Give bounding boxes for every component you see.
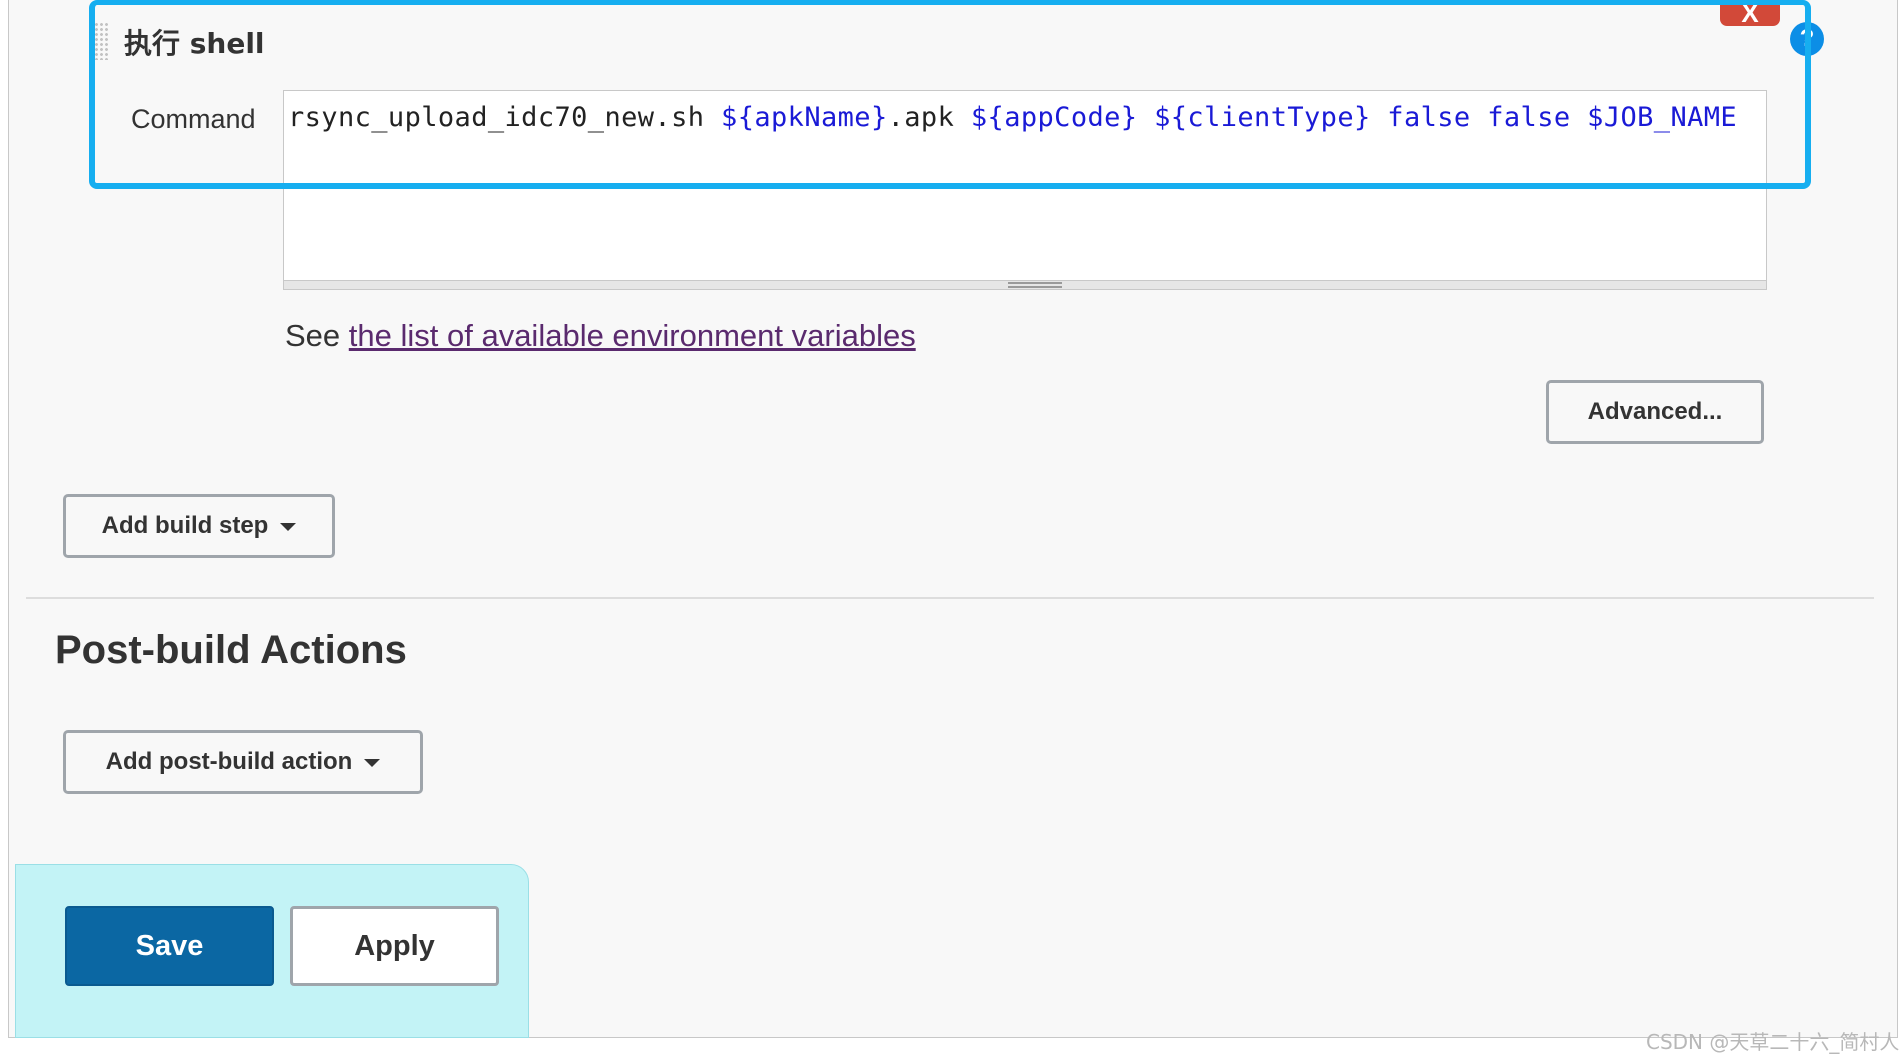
delete-step-button[interactable]: X (1720, 0, 1780, 28)
post-build-heading: Post-build Actions (55, 628, 407, 672)
build-step-title: 执行 shell (124, 27, 265, 60)
drag-handle-icon[interactable] (89, 22, 109, 60)
watermark: CSDN @天草二十六_简村人 (1646, 1030, 1900, 1054)
command-token: .apk (887, 102, 971, 133)
command-token (1137, 102, 1154, 133)
command-token: ${clientType} (1154, 102, 1371, 133)
command-token: ${apkName} (721, 102, 888, 133)
advanced-button[interactable]: Advanced... (1546, 380, 1764, 444)
command-token: rsync_upload_idc70_new.sh (288, 102, 722, 133)
add-post-build-action-button[interactable]: Add post-build action (63, 730, 423, 794)
add-post-build-action-label: Add post-build action (105, 748, 353, 775)
caret-down-icon (280, 523, 297, 531)
command-token: ${appCode} (970, 102, 1138, 133)
save-button[interactable]: Save (65, 906, 274, 986)
env-vars-help: See the list of available environment va… (285, 318, 916, 354)
env-vars-prefix: See (285, 318, 349, 353)
add-build-step-label: Add build step (101, 512, 269, 539)
section-divider (26, 597, 1874, 599)
command-label: Command (131, 104, 256, 134)
apply-button[interactable]: Apply (290, 906, 499, 986)
job-config-page: 执行 shell X ? Command rsync_upload_idc70_… (8, 0, 1898, 1038)
advanced-button-label: Advanced... (1587, 398, 1723, 425)
resize-grip-icon[interactable] (1008, 282, 1062, 288)
add-build-step-button[interactable]: Add build step (63, 494, 335, 558)
command-editor[interactable]: rsync_upload_idc70_new.sh ${apkName}.apk… (283, 90, 1767, 290)
env-vars-link[interactable]: the list of available environment variab… (349, 318, 916, 353)
command-token: false false (1370, 102, 1588, 133)
command-token: $JOB_NAME (1587, 102, 1738, 133)
command-text[interactable]: rsync_upload_idc70_new.sh ${apkName}.apk… (288, 101, 1737, 135)
editor-resize-bar[interactable] (283, 280, 1767, 290)
help-icon[interactable]: ? (1790, 22, 1824, 56)
caret-down-icon (364, 759, 381, 767)
